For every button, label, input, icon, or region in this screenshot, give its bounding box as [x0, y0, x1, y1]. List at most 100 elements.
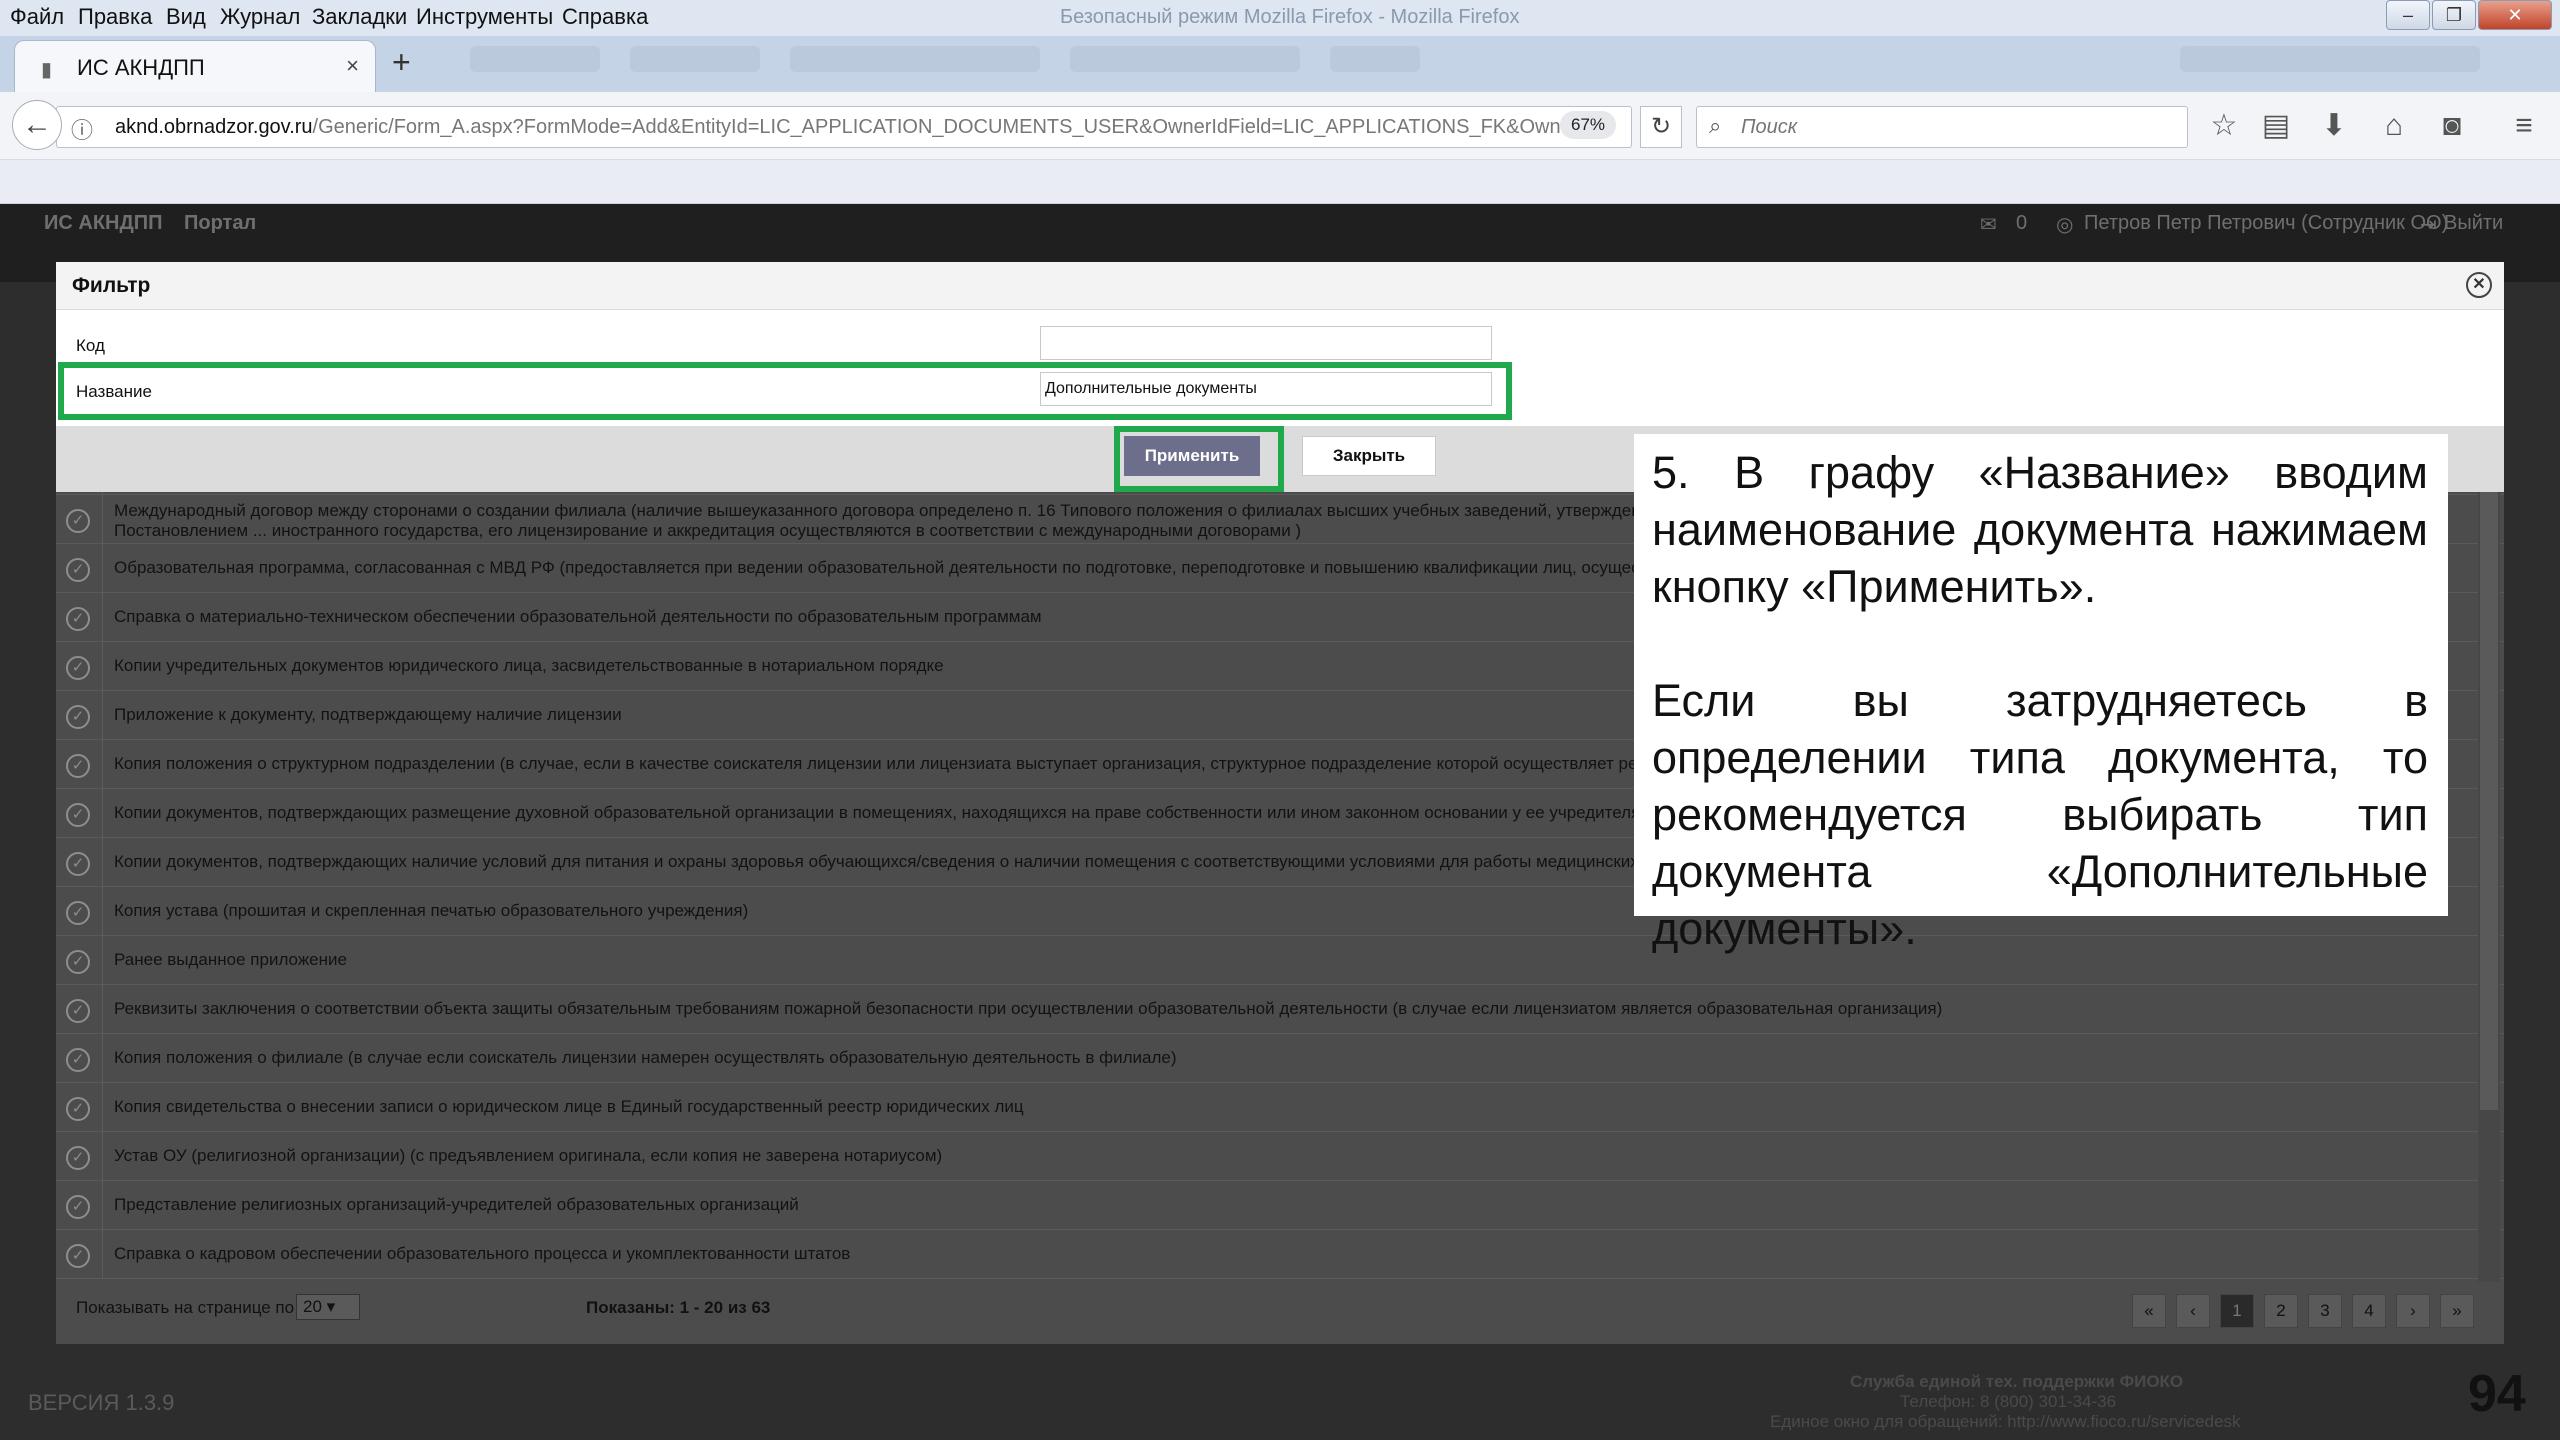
- next-page-icon[interactable]: ›: [2396, 1294, 2430, 1328]
- check-circle-icon[interactable]: ✓: [66, 607, 90, 631]
- url-text[interactable]: aknd.obrnadzor.gov.ru/Generic/Form_A.asp…: [115, 116, 1575, 139]
- last-page-icon[interactable]: »: [2440, 1294, 2474, 1328]
- tab-active[interactable]: ▮ ИС АКНДПП ×: [14, 40, 376, 92]
- mail-icon[interactable]: ✉: [1980, 212, 1997, 237]
- check-circle-icon[interactable]: ✓: [66, 1097, 90, 1121]
- check-circle-icon[interactable]: ✓: [66, 509, 90, 533]
- menu-edit[interactable]: Правка: [78, 4, 152, 30]
- list-item-label: Устав ОУ (религиозной организации) (с пр…: [114, 1146, 943, 1165]
- list-item[interactable]: ✓ Реквизиты заключения о соответствии объ…: [56, 985, 2504, 1034]
- new-tab-button[interactable]: +: [392, 44, 411, 81]
- search-bar[interactable]: ⌕: [1696, 106, 2188, 148]
- scrollbar-thumb[interactable]: [2480, 480, 2498, 1110]
- row-divider: [102, 740, 103, 789]
- instruction-callout: 5. В графу «Название» вводим наименовани…: [1634, 434, 2448, 954]
- check-circle-icon[interactable]: ✓: [66, 656, 90, 680]
- list-item-label: Копия устава (прошитая и скрепленная печ…: [114, 901, 749, 920]
- blurred-bookmark: [470, 46, 600, 72]
- url-path: /Generic/Form_A.aspx?FormMode=Add&Entity…: [312, 116, 1575, 138]
- check-circle-icon[interactable]: ✓: [66, 1195, 90, 1219]
- page-1[interactable]: 1: [2220, 1294, 2254, 1328]
- home-icon[interactable]: ⌂: [2374, 106, 2414, 146]
- list-item-label: Копия свидетельства о внесении записи о …: [114, 1097, 1024, 1116]
- row-divider: [102, 1034, 103, 1083]
- pocket-icon[interactable]: ◙: [2432, 106, 2472, 146]
- row-divider: [102, 544, 103, 593]
- list-item[interactable]: ✓ Представление религиозных организаций-у…: [56, 1181, 2504, 1230]
- blurred-account: [2180, 46, 2480, 72]
- name-row-highlight: [58, 362, 1512, 420]
- menu-help[interactable]: Справка: [562, 4, 648, 30]
- check-circle-icon[interactable]: ✓: [66, 1048, 90, 1072]
- menu-bookmarks[interactable]: Закладки: [312, 4, 407, 30]
- check-circle-icon[interactable]: ✓: [66, 901, 90, 925]
- check-circle-icon[interactable]: ✓: [66, 999, 90, 1023]
- callout-step: 5. В графу «Название» вводим наименовани…: [1652, 447, 2428, 612]
- check-circle-icon[interactable]: ✓: [66, 1146, 90, 1170]
- row-divider: [102, 887, 103, 936]
- back-button[interactable]: ←: [12, 100, 62, 150]
- prev-page-icon[interactable]: ‹: [2176, 1294, 2210, 1328]
- check-circle-icon[interactable]: ✓: [66, 754, 90, 778]
- list-item[interactable]: ✓ Справка о кадровом обеспечении образова…: [56, 1230, 2504, 1279]
- code-label: Код: [76, 336, 105, 355]
- page-4[interactable]: 4: [2352, 1294, 2386, 1328]
- user-name[interactable]: Петров Петр Петрович (Сотрудник ОО): [2084, 212, 2448, 235]
- menu-view[interactable]: Вид: [166, 4, 206, 30]
- portal-link[interactable]: Портал: [184, 212, 256, 235]
- tab-close-icon[interactable]: ×: [346, 53, 359, 79]
- check-circle-icon[interactable]: ✓: [66, 705, 90, 729]
- navigation-bar: ⓘ aknd.obrnadzor.gov.ru/Generic/Form_A.a…: [0, 92, 2560, 160]
- blurred-bookmark: [1330, 46, 1420, 72]
- user-icon: ◎: [2056, 214, 2074, 236]
- list-item[interactable]: ✓ Копия свидетельства о внесении записи о…: [56, 1083, 2504, 1132]
- list-item[interactable]: ✓ Устав ОУ (религиозной организации) (с п…: [56, 1132, 2504, 1181]
- hamburger-menu-icon[interactable]: ≡: [2504, 106, 2544, 146]
- star-bookmark-icon[interactable]: ☆: [2204, 106, 2244, 146]
- close-button[interactable]: Закрыть: [1302, 436, 1436, 476]
- window-close-button[interactable]: ✕: [2478, 0, 2552, 30]
- list-item-label: Справка о кадровом обеспечении образоват…: [114, 1244, 851, 1263]
- row-divider: [102, 1132, 103, 1181]
- bookmarks-toolbar: [0, 160, 2560, 204]
- first-page-icon[interactable]: «: [2132, 1294, 2166, 1328]
- list-item[interactable]: ✓ Копия положения о филиале (в случае есл…: [56, 1034, 2504, 1083]
- check-circle-icon[interactable]: ✓: [66, 852, 90, 876]
- check-circle-icon[interactable]: ✓: [66, 558, 90, 582]
- notification-count: 0: [2016, 212, 2028, 234]
- reload-icon[interactable]: ↻: [1640, 106, 1682, 148]
- info-icon[interactable]: ⓘ: [71, 113, 93, 145]
- dialog-close-icon[interactable]: ✕: [2466, 272, 2492, 298]
- maximize-button[interactable]: ❐: [2432, 0, 2476, 30]
- row-divider: [102, 1083, 103, 1132]
- download-icon[interactable]: ⬇: [2314, 106, 2354, 146]
- zoom-level[interactable]: 67%: [1560, 111, 1616, 139]
- logout-link[interactable]: Выйти: [2444, 212, 2503, 235]
- tab-title: ИС АКНДПП: [77, 55, 205, 80]
- page-2[interactable]: 2: [2264, 1294, 2298, 1328]
- check-circle-icon[interactable]: ✓: [66, 1244, 90, 1268]
- url-bar[interactable]: ⓘ aknd.obrnadzor.gov.ru/Generic/Form_A.a…: [56, 106, 1632, 148]
- menu-tools[interactable]: Инструменты: [416, 4, 553, 30]
- menu-file[interactable]: Файл: [10, 4, 64, 30]
- support-link[interactable]: Единое окно для обращений: http://www.fi…: [1770, 1412, 2241, 1432]
- page-3[interactable]: 3: [2308, 1294, 2342, 1328]
- menu-history[interactable]: Журнал: [220, 4, 300, 30]
- filter-title: Фильтр: [72, 274, 151, 297]
- per-page-select[interactable]: 20 ▾: [296, 1294, 360, 1320]
- minimize-button[interactable]: –: [2386, 0, 2430, 30]
- reading-list-icon[interactable]: ▤: [2256, 106, 2296, 146]
- search-input[interactable]: [1741, 113, 2161, 141]
- code-field[interactable]: [1040, 326, 1492, 360]
- check-circle-icon[interactable]: ✓: [66, 803, 90, 827]
- check-circle-icon[interactable]: ✓: [66, 950, 90, 974]
- per-page-value: 20: [303, 1297, 322, 1316]
- row-divider: [102, 789, 103, 838]
- list-item-label: Копия положения о филиале (в случае если…: [114, 1048, 1177, 1067]
- search-icon: ⌕: [1709, 113, 1722, 138]
- portal-brand[interactable]: ИС АКНДПП: [44, 212, 162, 235]
- window-title: Безопасный режим Mozilla Firefox - Mozil…: [1060, 6, 1520, 28]
- blurred-bookmark: [790, 46, 1040, 72]
- blurred-bookmark: [630, 46, 760, 72]
- support-phone: Телефон: 8 (800) 301-34-36: [1900, 1392, 2117, 1411]
